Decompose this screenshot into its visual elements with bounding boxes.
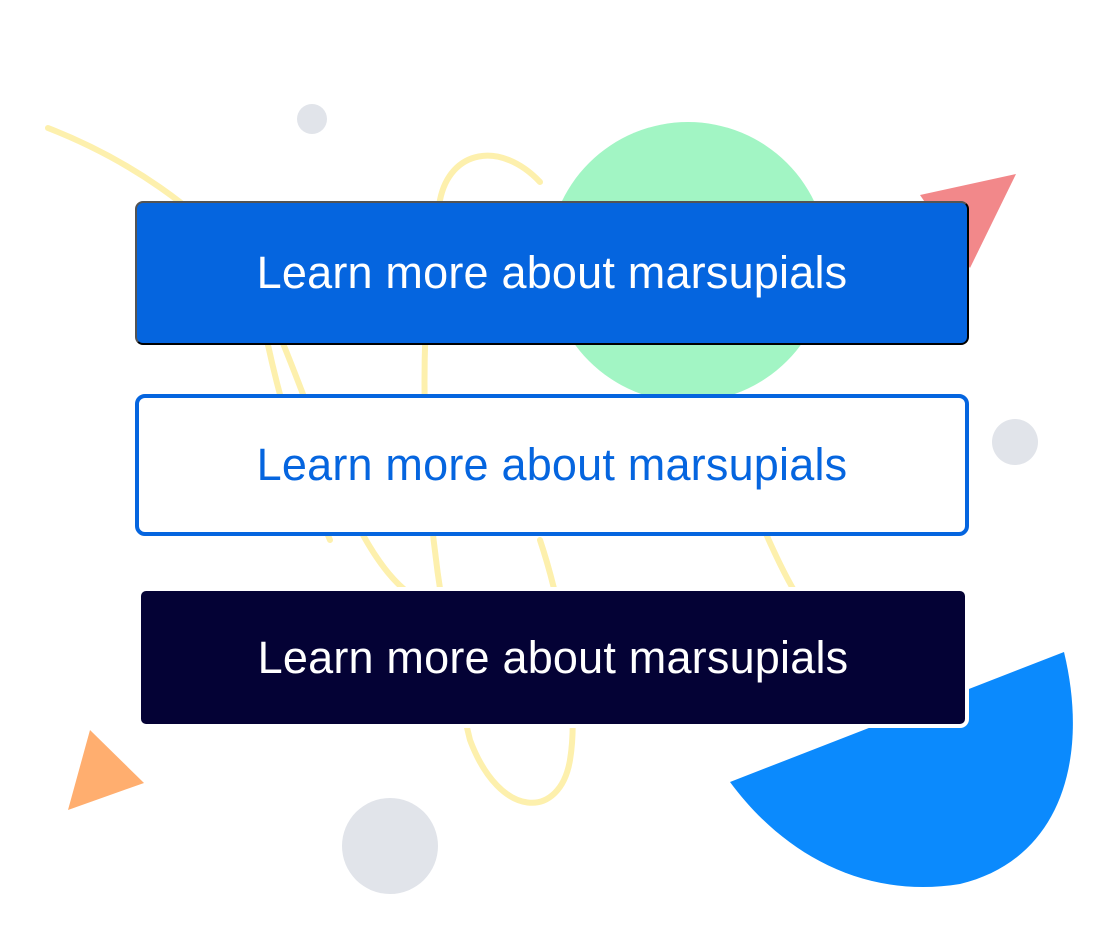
gray-dot-large: [342, 798, 438, 894]
learn-more-secondary-button[interactable]: Learn more about marsupials: [135, 394, 969, 536]
learn-more-primary-button[interactable]: Learn more about marsupials: [135, 201, 969, 345]
gray-dot-right: [992, 419, 1038, 465]
dark-button-label: Learn more about marsupials: [257, 631, 849, 683]
secondary-button-label: Learn more about marsupials: [256, 439, 848, 490]
orange-triangle-shape: [68, 730, 144, 810]
learn-more-dark-button[interactable]: Learn more about marsupials: [137, 587, 969, 728]
primary-button-label: Learn more about marsupials: [256, 247, 848, 298]
gray-dot-small: [297, 104, 327, 134]
